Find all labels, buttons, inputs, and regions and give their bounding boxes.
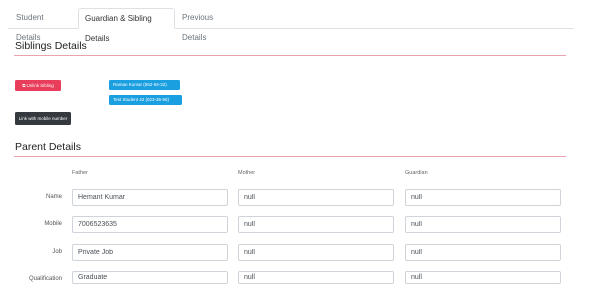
father-mobile-input[interactable] [72, 216, 228, 233]
section-divider [14, 55, 566, 56]
column-header-father: Father [72, 170, 88, 176]
sibling-badge[interactable]: Test Student 42 (023-36-56) [109, 95, 182, 105]
mother-qualification-input[interactable] [238, 271, 394, 284]
father-name-input[interactable] [72, 189, 228, 206]
row-label-job: Job [52, 249, 62, 255]
father-qualification-input[interactable] [72, 271, 228, 284]
column-header-guardian: Guardian [405, 170, 428, 176]
section-divider [14, 156, 566, 157]
row-label-mobile: Mobile [44, 221, 62, 227]
link-mobile-label: Link with mobile number [18, 116, 68, 121]
tab-guardian-sibling-details[interactable]: Guardian & Sibling Details [78, 8, 175, 43]
sibling-badge[interactable]: Raman Kumar (652-56-32) [109, 80, 180, 90]
mother-name-input[interactable] [238, 189, 394, 206]
unlink-sibling-label: Unlink Sibling [26, 83, 54, 88]
mother-job-input[interactable] [238, 244, 394, 261]
row-label-qualification: Qualification [28, 276, 62, 282]
tab-bar: Student Details Guardian & Sibling Detai… [8, 8, 574, 43]
parent-section-title: Parent Details [15, 141, 81, 153]
siblings-section-title: Siblings Details [15, 40, 87, 52]
column-header-mother: Mother [238, 170, 256, 176]
guardian-job-input[interactable] [405, 244, 561, 261]
tab-student-details[interactable]: Student Details [10, 8, 76, 42]
mother-mobile-input[interactable] [238, 216, 394, 233]
link-mobile-button[interactable]: Link with mobile number [15, 112, 71, 125]
father-job-input[interactable] [72, 244, 228, 261]
unlink-icon: ⧉ [22, 83, 26, 88]
guardian-name-input[interactable] [405, 189, 561, 206]
guardian-qualification-input[interactable] [405, 271, 561, 284]
unlink-sibling-button[interactable]: ⧉Unlink Sibling [15, 80, 61, 91]
row-label-name: Name [45, 194, 62, 200]
guardian-mobile-input[interactable] [405, 216, 561, 233]
tab-previous-details[interactable]: Previous Details [176, 8, 242, 42]
